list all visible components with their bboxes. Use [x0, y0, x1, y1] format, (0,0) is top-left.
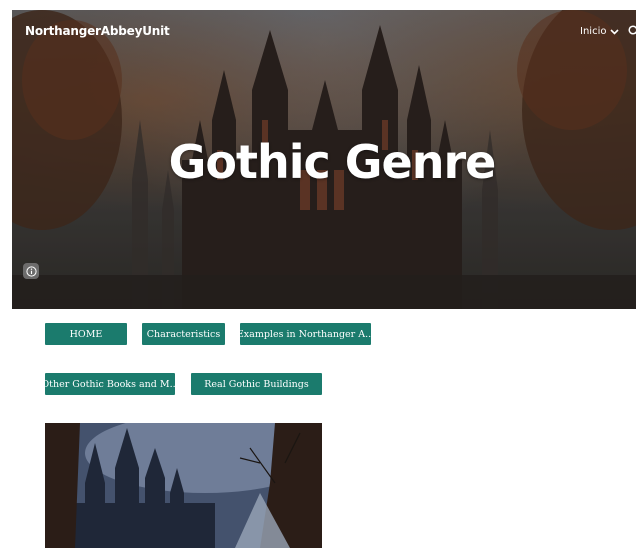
- chevron-down-icon: [610, 28, 620, 35]
- examples-in-northanger-abbey-button[interactable]: Examples in Northanger A...: [240, 323, 371, 345]
- hero-banner: NorthangerAbbeyUnit Inicio Gothic Genre: [12, 10, 636, 309]
- page-title: Gothic Genre: [168, 135, 497, 189]
- other-gothic-books-button[interactable]: Other Gothic Books and M...: [45, 373, 175, 395]
- info-icon: [25, 265, 37, 277]
- real-gothic-buildings-button[interactable]: Real Gothic Buildings: [191, 373, 322, 395]
- castle-illustration: [45, 423, 322, 548]
- nav-menu-label: Inicio: [580, 26, 607, 37]
- search-icon[interactable]: [628, 25, 636, 37]
- characteristics-button[interactable]: Characteristics: [142, 323, 225, 345]
- site-title[interactable]: NorthangerAbbeyUnit: [25, 24, 170, 38]
- nav-menu-inicio[interactable]: Inicio: [580, 26, 620, 37]
- gothic-castle-image: [45, 423, 322, 548]
- image-info-button[interactable]: [23, 263, 39, 279]
- home-button[interactable]: HOME: [45, 323, 127, 345]
